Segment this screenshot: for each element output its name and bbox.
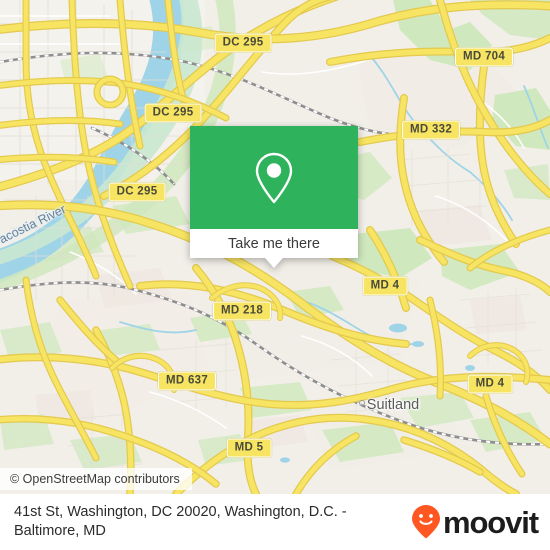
map-pin-icon [255,152,293,203]
road-shield: MD 218 [212,301,272,321]
road-shield: MD 4 [467,374,513,394]
road-shield: DC 295 [144,103,202,123]
take-me-there-button[interactable]: Take me there [190,229,358,258]
road-shield: MD 704 [454,47,514,67]
place-dot-suitland [359,400,365,406]
map-screenshot: .road { fill:none; stroke:#f7e463; strok… [0,0,550,550]
road-shield: MD 332 [401,120,461,140]
address-text: 41st St, Washington, DC 20020, Washingto… [14,504,347,539]
callout-pin-panel [190,126,358,229]
road-shield: DC 295 [214,33,272,53]
footer-bar: 41st St, Washington, DC 20020, Washingto… [0,494,550,550]
road-shield: MD 4 [362,276,408,296]
moovit-smiley-pin-icon [411,505,440,539]
take-me-there-label: Take me there [228,235,320,252]
place-label-suitland: Suitland [366,397,420,413]
moovit-wordmark: moovit [442,504,539,540]
map-canvas[interactable]: .road { fill:none; stroke:#f7e463; strok… [0,0,550,494]
road-shield: MD 637 [157,371,217,391]
callout-pointer [265,258,283,268]
road-shield: DC 295 [108,182,166,202]
moovit-logo[interactable]: moovit [411,504,539,540]
road-shield: MD 5 [226,438,272,458]
destination-callout-card[interactable]: Take me there [190,126,358,268]
